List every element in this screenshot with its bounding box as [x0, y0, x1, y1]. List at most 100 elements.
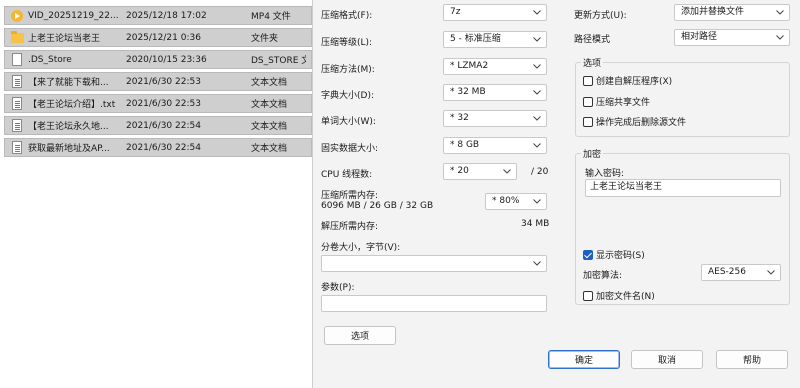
file-name: 上老王论坛当老王 — [28, 34, 101, 44]
password-label: 输入密码: — [585, 169, 625, 179]
ok-button[interactable]: 确定 — [548, 350, 620, 369]
chevron-down-icon — [532, 59, 542, 74]
cancel-button[interactable]: 取消 — [631, 350, 703, 369]
encryption-group-title: 加密 — [581, 147, 604, 160]
update-mode-select[interactable]: 添加并替换文件 — [674, 4, 790, 21]
parameters-label: 参数(P): — [321, 283, 355, 293]
word-size-value: * 32 — [450, 113, 469, 123]
memory-percent-select[interactable]: * 80% — [485, 193, 547, 210]
file-row[interactable]: 【来了就能下载和... 2021/6/30 22:53 文本文档 — [4, 72, 312, 91]
format-select[interactable]: 7z — [443, 4, 547, 21]
encryption-method-label: 加密算法: — [583, 271, 623, 281]
split-volume-select[interactable] — [321, 255, 547, 272]
path-mode-value: 相对路径 — [681, 32, 718, 42]
file-date: 2025/12/21 0:36 — [126, 32, 201, 43]
file-name: 【老王论坛介绍】.txt — [28, 100, 116, 110]
level-value: 5 - 标准压缩 — [450, 34, 501, 44]
split-volume-label: 分卷大小，字节(V): — [321, 243, 401, 253]
file-row[interactable]: .DS_Store 2020/10/15 23:36 DS_STORE 文 — [4, 50, 312, 69]
dictionary-size-value: * 32 MB — [450, 87, 486, 97]
path-mode-select[interactable]: 相对路径 — [674, 29, 790, 46]
compress-shared-label: 压缩共享文件 — [596, 98, 651, 108]
solid-block-value: * 8 GB — [450, 140, 480, 150]
method-label: 压缩方法(M): — [321, 65, 375, 75]
add-to-archive-dialog: 压缩格式(F): 7z 压缩等级(L): 5 - 标准压缩 压缩方法(M): *… — [312, 0, 800, 388]
encrypt-filenames-checkbox[interactable]: 加密文件名(N) — [583, 289, 655, 302]
chevron-down-icon — [532, 194, 542, 209]
file-type: 文本文档 — [251, 144, 288, 154]
file-name: 【老王论坛永久地... — [28, 122, 109, 132]
chevron-down-icon — [532, 32, 542, 47]
method-select[interactable]: * LZMA2 — [443, 58, 547, 75]
options-button[interactable]: 选项 — [324, 326, 396, 345]
file-type: 文件夹 — [251, 34, 279, 44]
cpu-threads-label: CPU 线程数: — [321, 170, 373, 180]
file-type: DS_STORE 文 — [251, 56, 306, 66]
chevron-down-icon — [532, 256, 542, 271]
file-date: 2021/6/30 22:54 — [126, 142, 201, 153]
file-type: 文本文档 — [251, 78, 288, 88]
text-doc-icon — [10, 97, 24, 111]
format-label: 压缩格式(F): — [321, 11, 373, 21]
chevron-down-icon — [532, 138, 542, 153]
file-date: 2021/6/30 22:53 — [126, 98, 201, 109]
folder-icon — [10, 30, 24, 45]
compress-shared-checkbox[interactable]: 压缩共享文件 — [583, 95, 650, 108]
chevron-down-icon — [532, 85, 542, 100]
file-date: 2021/6/30 22:53 — [126, 76, 201, 87]
create-sfx-checkbox[interactable]: 创建自解压程序(X) — [583, 74, 672, 87]
checkbox-checked — [583, 249, 593, 260]
word-size-select[interactable]: * 32 — [443, 110, 547, 127]
chevron-down-icon — [775, 5, 785, 20]
file-name: 【来了就能下载和... — [28, 78, 109, 88]
password-input[interactable]: 上老王论坛当老王 — [585, 179, 781, 197]
file-type: 文本文档 — [251, 122, 288, 132]
file-type: 文本文档 — [251, 100, 288, 110]
checkbox-box — [583, 75, 593, 86]
chevron-down-icon — [775, 30, 785, 45]
checkbox-box — [583, 96, 593, 107]
cpu-threads-max: / 20 — [531, 167, 549, 177]
cpu-threads-select[interactable]: * 20 — [443, 163, 517, 180]
file-row[interactable]: 上老王论坛当老王 2025/12/21 0:36 文件夹 — [4, 28, 312, 47]
method-value: * LZMA2 — [450, 61, 489, 71]
file-row[interactable]: 获取最新地址及AP... 2021/6/30 22:54 文本文档 — [4, 138, 312, 157]
file-row[interactable]: 【老王论坛介绍】.txt 2021/6/30 22:53 文本文档 — [4, 94, 312, 113]
format-value: 7z — [450, 7, 461, 17]
checkbox-box — [583, 290, 593, 301]
update-mode-value: 添加并替换文件 — [681, 7, 745, 17]
level-select[interactable]: 5 - 标准压缩 — [443, 31, 547, 48]
decompression-memory-value: 34 MB — [521, 219, 550, 229]
file-icon — [10, 53, 24, 67]
file-date: 2025/12/18 17:02 — [126, 10, 207, 21]
word-size-label: 单词大小(W): — [321, 117, 376, 127]
create-sfx-label: 创建自解压程序(X) — [596, 77, 673, 87]
file-row[interactable]: VID_20251219_22... 2025/12/18 17:02 MP4 … — [4, 6, 312, 25]
chevron-down-icon — [766, 265, 776, 280]
parameters-input[interactable] — [321, 295, 547, 312]
text-doc-icon — [10, 119, 24, 133]
encryption-method-select[interactable]: AES-256 — [701, 264, 781, 281]
path-mode-label: 路径模式 — [574, 35, 611, 45]
file-row[interactable]: 【老王论坛永久地... 2021/6/30 22:54 文本文档 — [4, 116, 312, 135]
decompression-memory-label: 解压所需内存: — [321, 222, 379, 232]
help-button[interactable]: 帮助 — [716, 350, 788, 369]
solid-block-select[interactable]: * 8 GB — [443, 137, 547, 154]
file-type: MP4 文件 — [251, 12, 291, 22]
cpu-threads-value: * 20 — [450, 166, 469, 176]
checkbox-box — [583, 116, 593, 127]
solid-block-label: 固实数据大小: — [321, 144, 379, 154]
chevron-down-icon — [532, 5, 542, 20]
dictionary-size-select[interactable]: * 32 MB — [443, 84, 547, 101]
text-doc-icon — [10, 141, 24, 155]
chevron-down-icon — [532, 111, 542, 126]
file-date: 2020/10/15 23:36 — [126, 54, 207, 65]
file-name: VID_20251219_22... — [28, 10, 119, 21]
file-name: 获取最新地址及AP... — [28, 144, 110, 154]
delete-after-label: 操作完成后删除源文件 — [596, 118, 687, 128]
memory-percent-value: * 80% — [492, 196, 520, 206]
delete-after-checkbox[interactable]: 操作完成后删除源文件 — [583, 115, 686, 128]
show-password-checkbox[interactable]: 显示密码(S) — [583, 248, 645, 261]
text-doc-icon — [10, 75, 24, 89]
file-list: VID_20251219_22... 2025/12/18 17:02 MP4 … — [0, 0, 312, 388]
